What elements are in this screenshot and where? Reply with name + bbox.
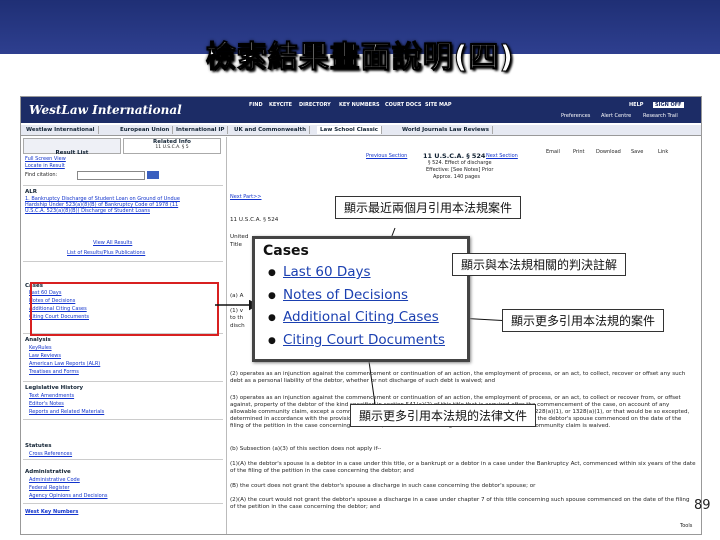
zoom-citing-court-docs-link[interactable]: Citing Court Documents [283,332,445,348]
zoom-cases-title: Cases [263,243,309,259]
bullet-icon: ● [268,313,276,323]
callout-notes-of-decisions: 顯示與本法規相關的判決註解 [452,253,627,276]
callout-last-60-days: 顯示最近兩個月引用本法規案件 [335,196,522,219]
bullet-icon: ● [268,336,276,346]
callout-citing-documents: 顯示更多引用本法規的法律文件 [350,404,537,427]
zoom-notes-of-decisions-link[interactable]: Notes of Decisions [283,287,408,303]
cases-zoom-box: Cases ● Last 60 Days ● Notes of Decision… [252,236,470,362]
bullet-icon: ● [268,268,276,278]
page-number: 89 [694,498,711,513]
callout-additional-citing: 顯示更多引用本法規的案件 [502,309,665,332]
bullet-icon: ● [268,291,276,301]
zoom-additional-citing-link[interactable]: Additional Citing Cases [283,309,439,325]
zoom-last-60-days-link[interactable]: Last 60 Days [283,264,371,280]
